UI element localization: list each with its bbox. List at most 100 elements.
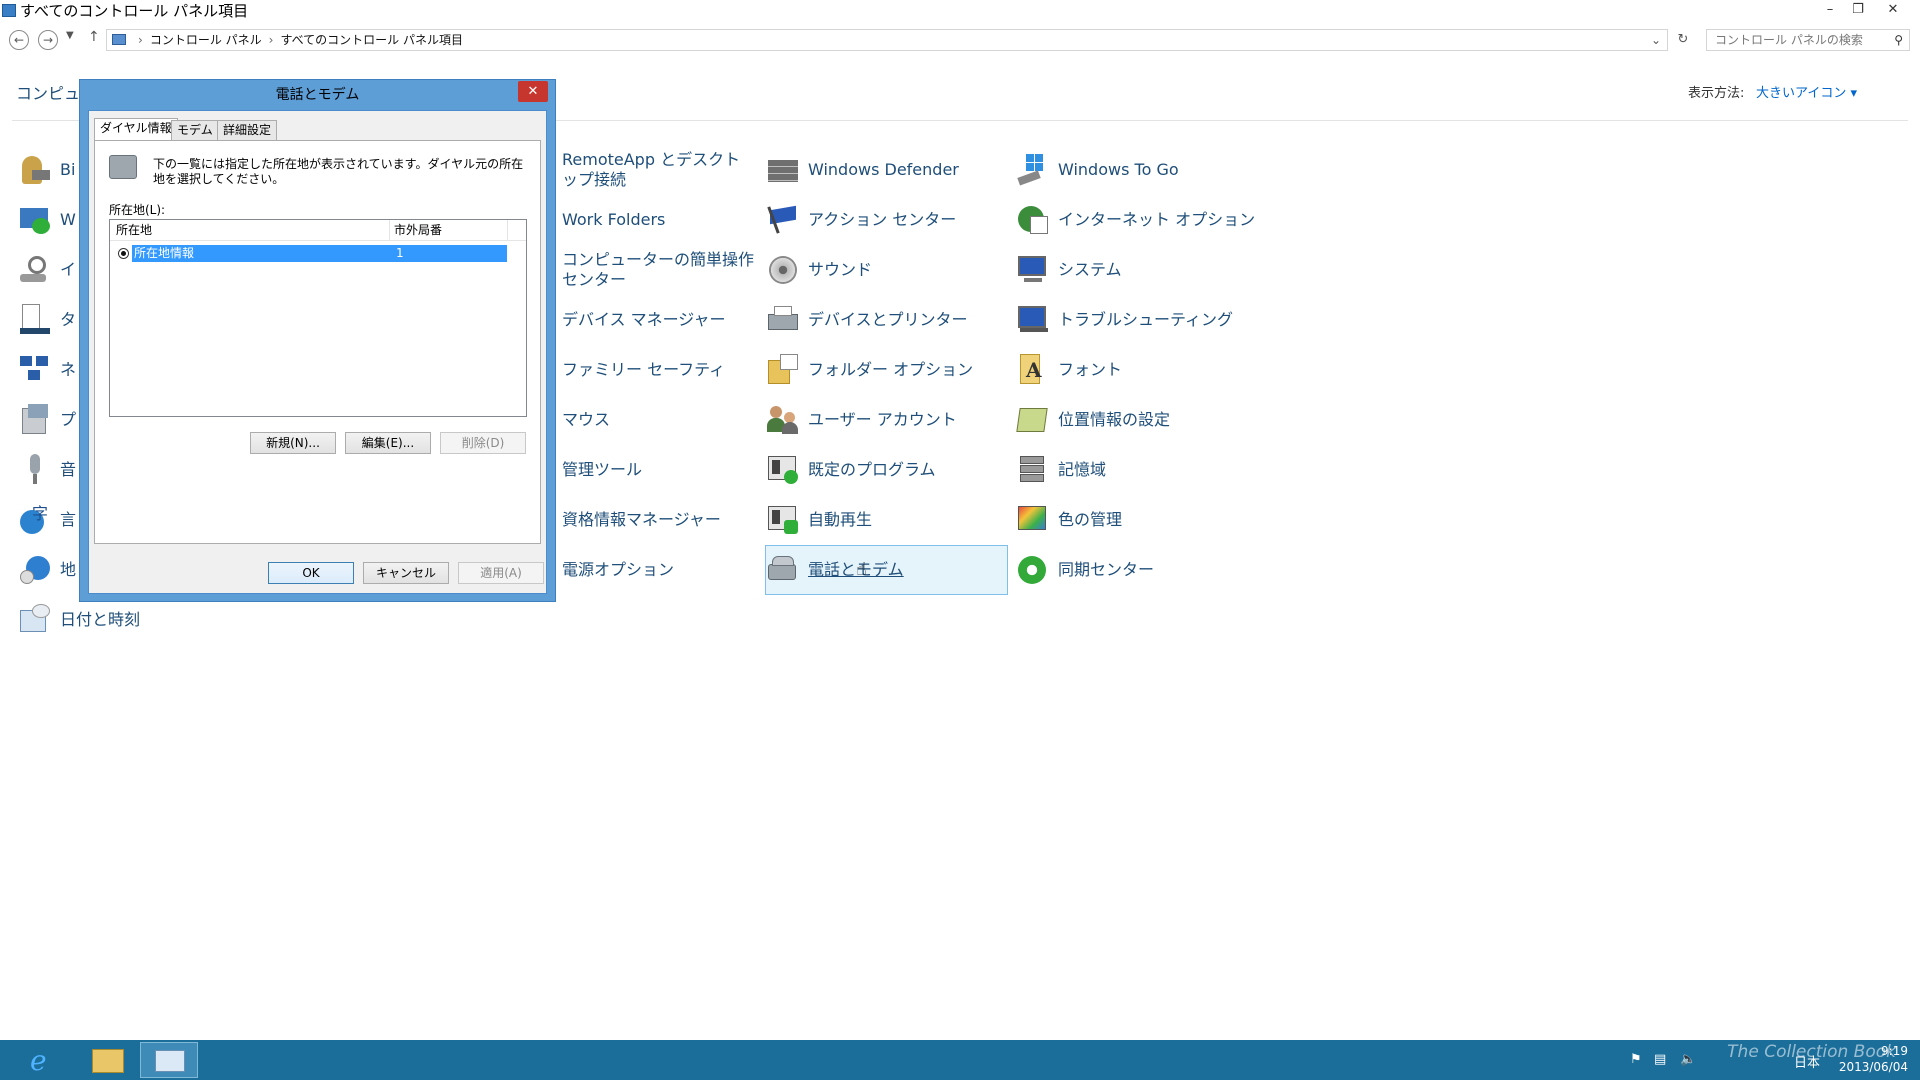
delete-location-button[interactable]: 削除(D)	[440, 432, 526, 454]
cp-item-fonts[interactable]: A フォント	[1016, 346, 1256, 394]
table-row[interactable]: 所在地情報 1	[132, 245, 507, 262]
cp-item-storage-spaces[interactable]: 記憶域	[1016, 446, 1256, 494]
tab-dialing-rules[interactable]: ダイヤル情報	[94, 118, 178, 141]
window-title: すべてのコントロール パネル項目	[20, 2, 249, 20]
internet-explorer-icon: e	[30, 1044, 47, 1077]
window-title-bar: すべてのコントロール パネル項目 – ❐ ✕	[0, 0, 1920, 22]
cp-item-devices-printers[interactable]: デバイスとプリンター	[766, 296, 1006, 344]
location-area-code: 1	[396, 246, 404, 260]
search-icon[interactable]: ⚲	[1894, 30, 1903, 50]
network-icon[interactable]: ▤	[1654, 1052, 1666, 1067]
view-by-dropdown[interactable]: 大きいアイコン ▾	[1756, 82, 1857, 101]
cp-item-power-options[interactable]: 電源オプション	[520, 546, 760, 594]
minimize-button[interactable]: –	[1815, 0, 1845, 20]
dialog-description: 下の一覧には指定した所在地が表示されています。ダイヤル元の所在地を選択してくださ…	[153, 157, 524, 186]
control-panel-icon	[155, 1050, 185, 1072]
locations-list[interactable]: 所在地 市外局番 所在地情報 1	[109, 219, 527, 417]
tab-modems[interactable]: モデム	[171, 120, 219, 140]
search-input[interactable]: コントロール パネルの検索 ⚲	[1706, 29, 1910, 51]
new-location-button[interactable]: 新規(N)...	[250, 432, 336, 454]
flag-icon	[766, 202, 802, 238]
cp-item-ease-of-access[interactable]: コンピューターの簡単操作センター	[520, 246, 760, 294]
cp-item-work-folders[interactable]: Work Folders	[520, 196, 760, 244]
cp-item-sound[interactable]: サウンド	[766, 246, 1006, 294]
taskbar-icon	[18, 302, 54, 338]
breadcrumb-all-items[interactable]: すべてのコントロール パネル項目	[280, 33, 463, 47]
phone-icon	[109, 155, 137, 179]
restore-button[interactable]: ❐	[1843, 0, 1873, 20]
cp-item-mouse[interactable]: マウス	[520, 396, 760, 444]
folder-icon	[92, 1049, 124, 1073]
volume-icon[interactable]: 🔈	[1680, 1052, 1696, 1067]
dialog-title: 電話とモデム	[275, 87, 360, 103]
ok-button[interactable]: OK	[268, 562, 354, 584]
cp-item-autoplay[interactable]: 自動再生	[766, 496, 1006, 544]
phone-icon	[766, 552, 802, 588]
cp-item-sync-center[interactable]: 同期センター	[1016, 546, 1256, 594]
taskbar-control-panel[interactable]	[140, 1042, 198, 1078]
calendar-icon	[18, 602, 54, 638]
folder-icon	[766, 352, 802, 388]
tab-advanced[interactable]: 詳細設定	[217, 120, 278, 140]
dialog-body: ダイヤル情報 モデム 詳細設定 下の一覧には指定した所在地が表示されています。ダ…	[88, 110, 547, 594]
cp-item-default-programs[interactable]: 既定のプログラム	[766, 446, 1006, 494]
fonts-icon: A	[1016, 352, 1052, 388]
printer-icon	[766, 302, 802, 338]
list-header: 所在地 市外局番	[110, 220, 526, 241]
cp-item-admin-tools[interactable]: 管理ツール	[520, 446, 760, 494]
cp-item-system[interactable]: システム	[1016, 246, 1256, 294]
cp-item-family-safety[interactable]: ファミリー セーフティ	[520, 346, 760, 394]
computer-icon	[1016, 252, 1052, 288]
sync-icon	[1016, 552, 1052, 588]
control-panel-icon	[112, 34, 126, 45]
cp-item-troubleshooting[interactable]: トラブルシューティング	[1016, 296, 1256, 344]
flag-icon[interactable]: ⚑	[1630, 1052, 1642, 1067]
cp-item-color-management[interactable]: 色の管理	[1016, 496, 1256, 544]
indexing-icon	[18, 252, 54, 288]
search-placeholder: コントロール パネルの検索	[1715, 33, 1863, 47]
cp-item-remoteapp[interactable]: RemoteApp とデスクトップ接続	[520, 146, 760, 194]
dialog-close-button[interactable]: ✕	[518, 81, 548, 102]
taskbar-file-explorer[interactable]	[80, 1042, 138, 1078]
cp-item-internet-options[interactable]: インターネット オプション	[1016, 196, 1256, 244]
view-by-label: 表示方法:	[1688, 86, 1745, 101]
cp-item-user-accounts[interactable]: ユーザー アカウント	[766, 396, 1006, 444]
cp-item-location-settings[interactable]: 位置情報の設定	[1016, 396, 1256, 444]
internet-options-icon	[1016, 202, 1052, 238]
cp-item-device-manager[interactable]: デバイス マネージャー	[520, 296, 760, 344]
forward-button[interactable]: →	[38, 30, 58, 50]
column-location[interactable]: 所在地	[116, 220, 152, 240]
column-area-code[interactable]: 市外局番	[394, 220, 442, 240]
phone-modem-dialog: 電話とモデム ✕ ダイヤル情報 モデム 詳細設定 下の一覧には指定した所在地が表…	[79, 79, 556, 602]
back-button[interactable]: ←	[9, 30, 29, 50]
edit-location-button[interactable]: 編集(E)...	[345, 432, 431, 454]
address-field[interactable]: › コントロール パネル › すべてのコントロール パネル項目 ⌄	[106, 29, 1668, 51]
breadcrumb-control-panel[interactable]: コントロール パネル	[150, 33, 262, 47]
address-bar-row: ← → ▼ ↑ › コントロール パネル › すべてのコントロール パネル項目 ⌄ ↻…	[0, 26, 1920, 54]
autoplay-icon	[766, 502, 802, 538]
recent-pages-dropdown[interactable]: ▼	[66, 30, 74, 41]
up-button[interactable]: ↑	[88, 29, 100, 45]
cp-item-action-center[interactable]: アクション センター	[766, 196, 1006, 244]
cp-item-credential-manager[interactable]: 資格情報マネージャー	[520, 496, 760, 544]
cp-item-windows-to-go[interactable]: Windows To Go	[1016, 146, 1256, 194]
cp-item-folder-options[interactable]: フォルダー オプション	[766, 346, 1006, 394]
taskbar: e ⚑ ▤ 🔈 日本 9:19 2013/06/04	[0, 1040, 1920, 1080]
brick-wall-icon	[766, 152, 802, 188]
default-programs-icon	[766, 452, 802, 488]
taskbar-internet-explorer[interactable]: e	[18, 1042, 76, 1078]
cp-item-windows-defender[interactable]: Windows Defender	[766, 146, 1006, 194]
network-icon	[18, 352, 54, 388]
address-dropdown-icon[interactable]: ⌄	[1651, 30, 1661, 50]
cp-item-date-time[interactable]: 日付と時刻	[18, 596, 178, 644]
cp-item-phone-modem[interactable]: 電話とモデム ☝	[765, 545, 1008, 595]
globe-clock-icon	[18, 552, 54, 588]
apply-button[interactable]: 適用(A)	[458, 562, 544, 584]
programs-icon	[18, 402, 54, 438]
control-panel-icon	[2, 4, 16, 17]
cancel-button[interactable]: キャンセル	[363, 562, 449, 584]
location-radio[interactable]	[118, 248, 129, 259]
refresh-icon[interactable]: ↻	[1672, 29, 1694, 51]
location-name: 所在地情報	[134, 246, 195, 260]
close-button[interactable]: ✕	[1878, 0, 1908, 20]
